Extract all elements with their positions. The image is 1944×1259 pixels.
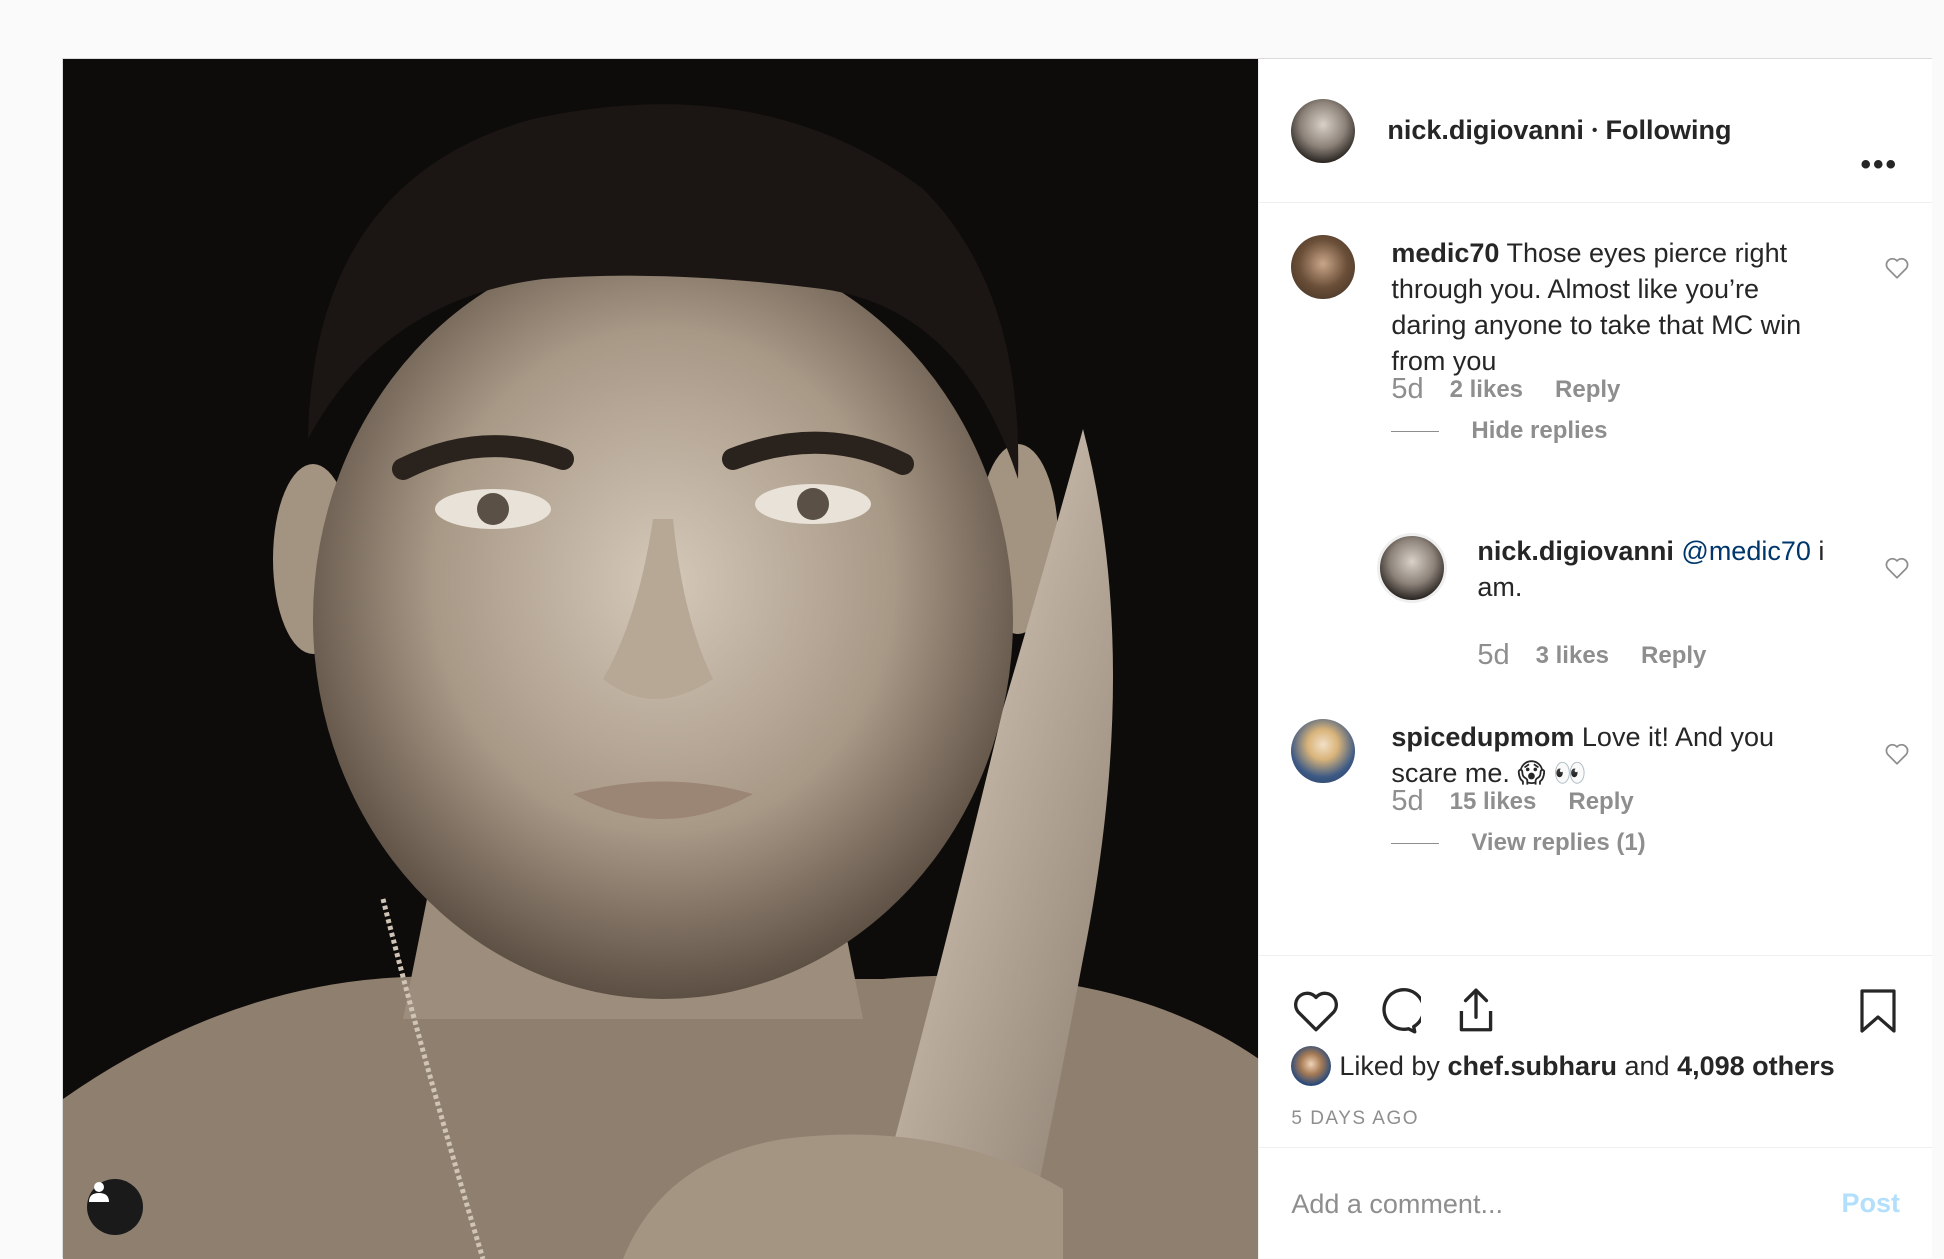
toggle-label: View replies (1) [1471, 829, 1646, 856]
reply-button[interactable]: Reply [1555, 376, 1620, 404]
reply-text: nick.digiovanni @medic70 i am. [1477, 533, 1847, 605]
divider-line [1391, 430, 1440, 432]
post-modal: nick.digiovanni • Following ••• medic70 … [62, 58, 1932, 1259]
avatar[interactable] [1291, 719, 1356, 783]
comment-username[interactable]: spicedupmom [1391, 722, 1574, 752]
avatar[interactable] [1377, 533, 1448, 603]
view-replies-button[interactable]: View replies (1) [1391, 829, 1646, 857]
post-sidebar: nick.digiovanni • Following ••• medic70 … [1258, 59, 1932, 1259]
comments-list[interactable]: medic70 Those eyes pierce right through … [1259, 203, 1932, 955]
reply-meta: 5d 3 likes Reply [1477, 639, 1706, 672]
post-comment-button[interactable]: Post [1841, 1188, 1900, 1219]
post-header: nick.digiovanni • Following [1259, 59, 1932, 203]
divider-line [1391, 842, 1440, 844]
liked-by-others[interactable]: 4,098 others [1677, 1051, 1835, 1082]
bookmark-icon[interactable] [1856, 986, 1900, 1036]
comment-likes[interactable]: 2 likes [1450, 376, 1523, 404]
reply-username[interactable]: nick.digiovanni [1477, 536, 1674, 566]
reply-button[interactable]: Reply [1568, 788, 1633, 816]
following-button[interactable]: Following [1606, 115, 1732, 146]
avatar[interactable] [1291, 98, 1356, 163]
comment-time: 5d [1391, 785, 1424, 817]
comment-text: medic70 Those eyes pierce right through … [1391, 235, 1831, 379]
reply-likes[interactable]: 3 likes [1536, 642, 1609, 670]
mention-link[interactable]: @medic70 [1681, 536, 1810, 566]
more-options-icon[interactable]: ••• [1860, 148, 1898, 182]
comment-username[interactable]: medic70 [1391, 238, 1499, 268]
share-icon[interactable] [1451, 986, 1501, 1036]
add-comment-bar: Post [1259, 1147, 1932, 1259]
comment-input[interactable] [1291, 1174, 1792, 1234]
comment-meta: 5d 15 likes Reply [1391, 785, 1633, 818]
toggle-label: Hide replies [1471, 417, 1608, 444]
reply-button[interactable]: Reply [1641, 642, 1706, 670]
comment-time: 5d [1391, 373, 1424, 405]
like-comment-heart-icon[interactable] [1884, 741, 1910, 767]
author-username[interactable]: nick.digiovanni [1387, 115, 1584, 146]
comment-bubble-icon[interactable] [1371, 986, 1422, 1036]
avatar[interactable] [1291, 235, 1356, 299]
reply-time: 5d [1477, 639, 1510, 671]
likes-summary: Liked by chef.subharu and 4,098 others [1291, 1046, 1835, 1086]
liked-by-user[interactable]: chef.subharu [1447, 1051, 1617, 1082]
avatar[interactable] [1291, 1046, 1332, 1086]
separator-dot: • [1591, 121, 1598, 139]
comment-likes[interactable]: 15 likes [1450, 788, 1537, 816]
portrait-photo [63, 59, 1259, 1259]
post-image[interactable] [63, 59, 1259, 1259]
liked-by-label: Liked by [1339, 1050, 1440, 1081]
like-reply-heart-icon[interactable] [1884, 555, 1910, 581]
like-comment-heart-icon[interactable] [1884, 255, 1910, 281]
post-timestamp[interactable]: 5 DAYS AGO [1291, 1108, 1419, 1130]
hide-replies-button[interactable]: Hide replies [1391, 417, 1607, 445]
heart-icon[interactable] [1291, 986, 1341, 1036]
comment-meta: 5d 2 likes Reply [1391, 373, 1620, 406]
comment-text: spicedupmom Love it! And you scare me. 😱… [1391, 719, 1831, 791]
user-tag-icon[interactable] [87, 1179, 143, 1235]
comment-item: spicedupmom Love it! And you scare me. 😱… [1291, 719, 1891, 839]
liked-by-conj: and [1624, 1050, 1670, 1081]
